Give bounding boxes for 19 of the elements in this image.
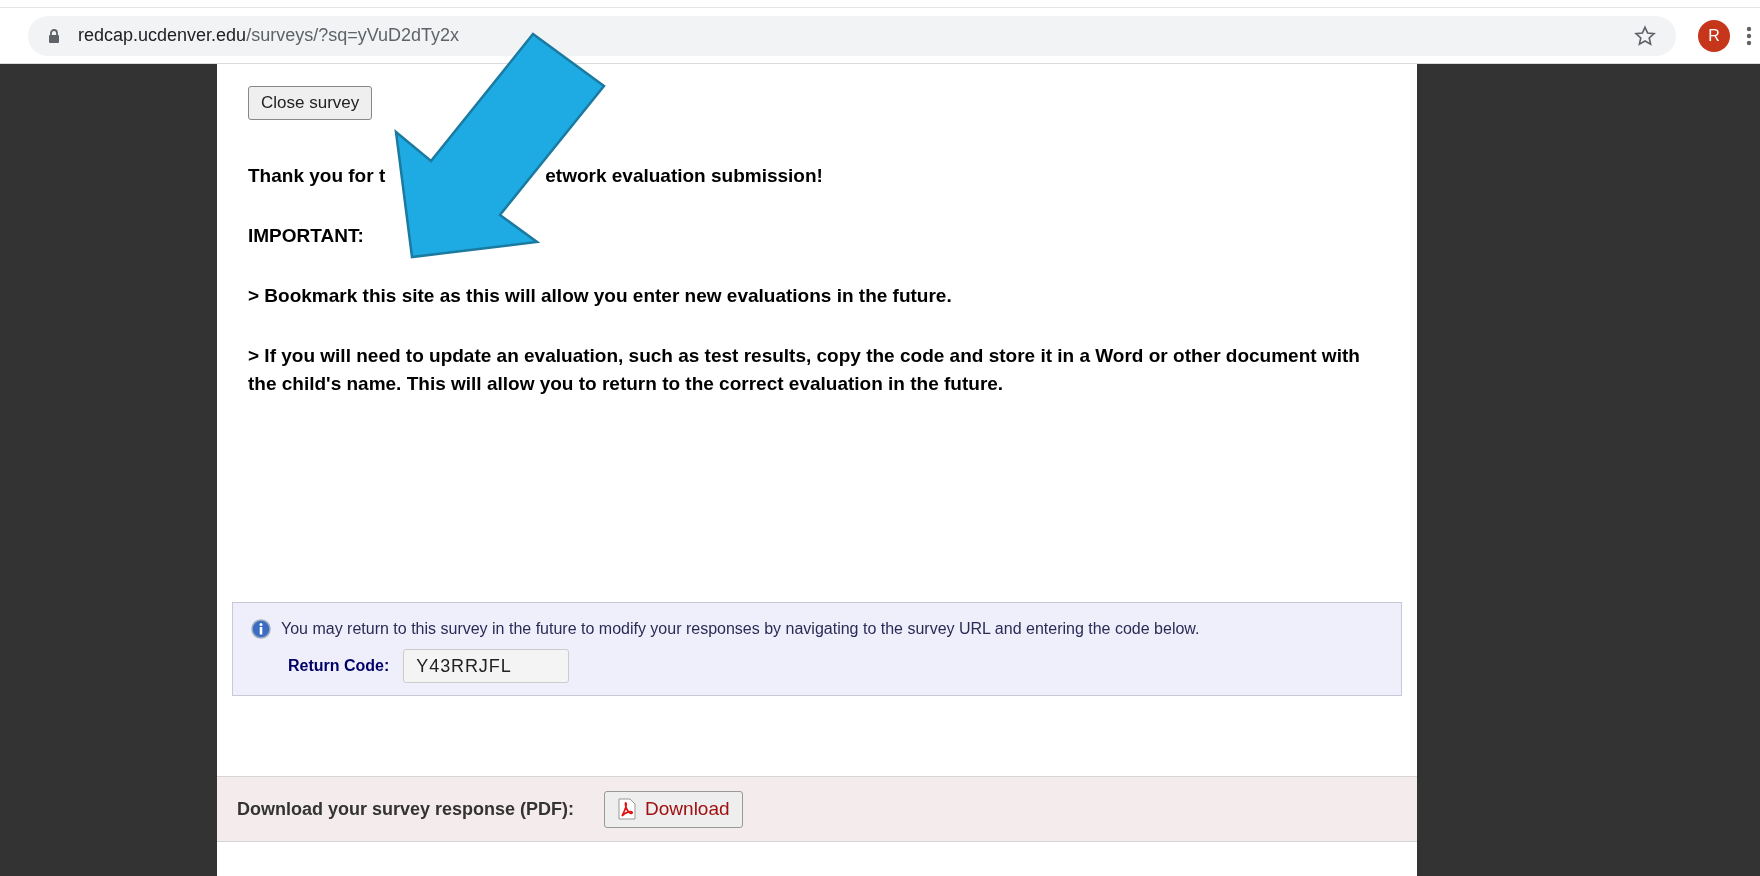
return-code-field[interactable]: Y43RRJFL bbox=[403, 649, 570, 683]
instruction-text: > Bookmark this site as this will allow you enter new evaluations in the future. bbox=[248, 284, 953, 308]
thank-you-text: etwork evaluation submission! bbox=[545, 164, 823, 188]
return-info-text: You may return to this survey in the future to modify your responses by navigating to the survey URL and entering the code below. bbox=[281, 619, 1200, 639]
thank-you-text: Thank you for t bbox=[248, 164, 386, 188]
info-icon bbox=[251, 619, 271, 639]
download-button[interactable]: Download bbox=[604, 790, 743, 828]
lock-icon bbox=[48, 28, 60, 43]
address-bar[interactable]: redcap.ucdenver.edu/surveys/?sq=yVuD2dTy2x bbox=[28, 15, 1676, 56]
instruction-text: > If you will need to update an evaluation, such as test results, copy the code and store it in a Word or other document with the child's name. This will allow you to return to the correct evaluation in the future. bbox=[248, 344, 1361, 396]
return-code-label: Return Code: bbox=[288, 656, 390, 676]
close-survey-button[interactable]: Close survey bbox=[248, 86, 373, 120]
important-heading: IMPORTANT: bbox=[248, 224, 365, 248]
pdf-icon bbox=[617, 798, 638, 820]
url-text: redcap.ucdenver.edu/surveys/?sq=yVuD2dTy2x bbox=[78, 24, 460, 47]
star-icon[interactable] bbox=[1634, 24, 1656, 47]
avatar[interactable]: R bbox=[1698, 19, 1730, 52]
menu-icon[interactable] bbox=[1746, 25, 1752, 46]
download-label: Download your survey response (PDF): bbox=[237, 797, 575, 821]
